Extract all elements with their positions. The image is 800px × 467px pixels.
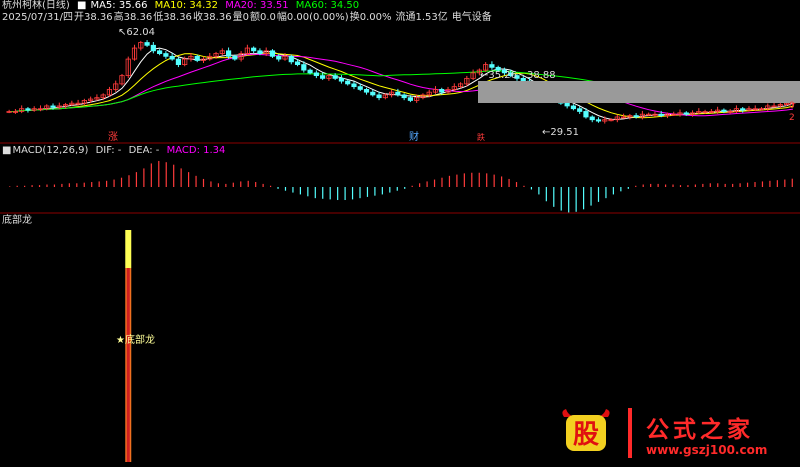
candle-body — [175, 58, 182, 65]
watermark-brand: 公式之家 — [646, 417, 754, 443]
candle-body — [169, 55, 175, 60]
macd-bars — [9, 160, 793, 213]
candle-body — [577, 108, 583, 112]
quote-open: 开38.36 — [74, 12, 113, 23]
low-price-label: ←29.51 — [542, 127, 580, 138]
candle-body — [225, 50, 232, 57]
candle-body — [338, 77, 345, 82]
macd-dea: DEA: - — [128, 145, 160, 156]
ma60-label: MA60: 34.50 — [295, 0, 360, 11]
macd-value: MACD: 1.34 — [166, 145, 226, 156]
chart-canvas — [0, 40, 800, 462]
candle-body — [395, 91, 401, 96]
candle-body — [721, 109, 727, 112]
candle-body — [658, 113, 664, 116]
candle-body — [257, 50, 263, 54]
candle-body — [351, 83, 357, 88]
candle-body — [144, 42, 150, 46]
candle-body — [288, 55, 294, 63]
header-quote-row: 2025/07/31/四开38.36高38.36低38.36收38.36量0额0… — [2, 12, 496, 24]
candle-body — [307, 69, 313, 74]
quote-close: 收38.36 — [192, 12, 232, 23]
candle-body — [683, 112, 689, 115]
candle-body — [363, 89, 370, 93]
macd-dif: DIF: - — [95, 145, 122, 156]
stock-title: 杭州柯林(日线) — [2, 0, 70, 11]
candle-body — [439, 89, 445, 93]
quote-float: 流通1.53亿 — [395, 12, 448, 23]
quote-turnover: 换0.00% — [349, 12, 392, 23]
ma5-swatch: ■ — [77, 0, 87, 11]
marker-finance: 财 — [409, 132, 419, 143]
candle-body — [345, 80, 351, 85]
candle-body — [589, 116, 595, 121]
ma10-label: MA10: 34.32 — [154, 0, 219, 11]
candle-body — [401, 94, 407, 99]
low-price-value: 29.51 — [550, 127, 580, 138]
candle-body — [740, 108, 746, 111]
candle-body — [150, 44, 156, 52]
candle-body — [489, 64, 495, 68]
watermark-url: www.gszj100.com — [646, 443, 768, 457]
right-mark-top: 0 — [789, 101, 795, 111]
candle-body — [376, 94, 382, 99]
indicator-header: 底部龙 — [2, 215, 36, 227]
candle-body — [332, 75, 338, 79]
candle-body — [570, 105, 577, 110]
range-value: 35.26 - 38.88 — [488, 70, 556, 81]
right-mark-bottom: 2 — [789, 113, 795, 123]
candle-body — [357, 86, 363, 90]
candle-body — [564, 102, 570, 107]
range-zone-box — [478, 81, 800, 103]
signal-label: ★底部龙 — [116, 335, 155, 346]
candle-body — [276, 55, 282, 60]
candle-body — [583, 111, 589, 118]
quote-low: 低38.36 — [153, 12, 192, 23]
candle-body — [313, 72, 319, 77]
candle-body — [25, 108, 31, 111]
candle-body — [194, 55, 200, 61]
ma20-label: MA20: 33.51 — [225, 0, 289, 11]
signal-bar-core — [126, 268, 130, 462]
candle-body — [294, 61, 301, 65]
indicator-name: 底部龙 — [2, 215, 32, 226]
macd-name: MACD(12,26,9) — [12, 145, 89, 156]
watermark-divider — [628, 408, 632, 458]
candle-body — [269, 50, 276, 57]
quote-amount: 额0.0 — [249, 12, 276, 23]
signal-bar-top — [125, 230, 132, 268]
quote-change: 幅0.00(0.00%) — [276, 12, 349, 23]
watermark-logo: 股 — [558, 409, 614, 455]
candle-body — [251, 47, 257, 52]
candle-body — [633, 115, 639, 118]
peak-price-value: 62.04 — [126, 27, 156, 38]
candle-body — [157, 50, 163, 54]
ma5-label: MA5: 35.66 — [90, 0, 148, 11]
macd-header: ■MACD(12,26,9) DIF: - DEA: - MACD: 1.34 — [2, 145, 229, 157]
candle-body — [232, 55, 238, 60]
peak-price-label: ↖62.04 — [118, 27, 156, 38]
marker-down: 跌 — [477, 133, 485, 142]
quote-high: 高38.36 — [113, 12, 153, 23]
quote-sector: 电气设备 — [451, 12, 492, 23]
candle-body — [595, 119, 602, 122]
quote-volume: 量0 — [232, 12, 249, 23]
candle-body — [320, 75, 326, 79]
candle-body — [163, 53, 169, 57]
candle-body — [407, 97, 413, 101]
range-label: ←35.26 - 38.88 — [480, 70, 556, 81]
watermark-logo-icon: 股 — [562, 409, 610, 451]
header-ma-row: 杭州柯林(日线) ■ MA5: 35.66 MA10: 34.32 MA20: 3… — [2, 0, 363, 12]
marker-up: 涨 — [108, 132, 118, 143]
candle-body — [50, 105, 56, 108]
quote-date: 2025/07/31/四 — [2, 12, 74, 23]
candle-body — [301, 64, 307, 71]
macd-swatch: ■ — [2, 145, 12, 156]
candle-body — [370, 91, 376, 96]
watermark-logo-text: 股 — [573, 420, 599, 450]
price-annotations — [478, 81, 800, 103]
